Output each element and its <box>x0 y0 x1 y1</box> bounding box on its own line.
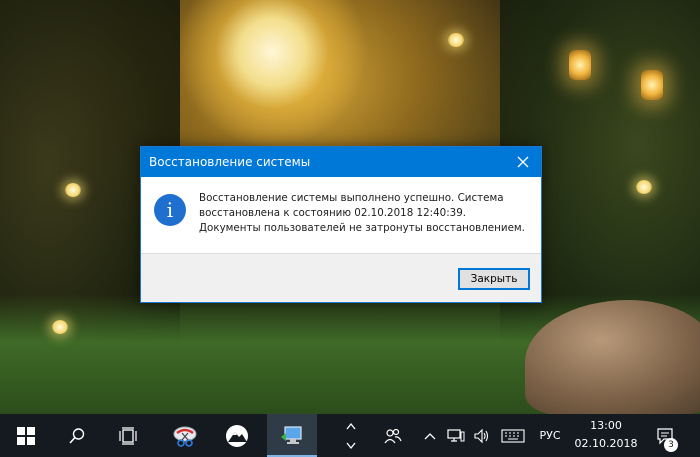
mountain-app-icon <box>226 424 248 447</box>
taskbar-app-system-restore[interactable] <box>267 414 317 457</box>
show-hidden-icons-button[interactable] <box>420 414 440 457</box>
scissors-app-icon <box>173 426 197 447</box>
dialog-message: Восстановление системы выполнено успешно… <box>199 192 525 234</box>
search-icon <box>69 427 85 444</box>
taskbar-app-mountain[interactable] <box>214 414 260 457</box>
system-restore-dialog: Восстановление системы i Восстановление … <box>140 146 542 303</box>
action-center-button[interactable] <box>648 414 682 457</box>
volume-button[interactable] <box>470 414 494 457</box>
input-language-indicator[interactable]: РУС <box>532 414 568 457</box>
notification-count-badge: 3 <box>664 438 678 452</box>
volume-icon <box>474 428 489 443</box>
task-view-icon <box>119 426 137 445</box>
clock-time: 13:00 <box>590 419 622 432</box>
chevron-up-icon <box>424 432 436 439</box>
keyboard-icon <box>501 428 525 443</box>
wallpaper-butterfly <box>52 320 68 334</box>
clock[interactable]: 13:00 02.10.2018 <box>574 417 638 453</box>
touch-keyboard-button[interactable] <box>498 414 528 457</box>
dialog-titlebar[interactable]: Восстановление системы <box>141 147 541 177</box>
network-button[interactable] <box>444 414 468 457</box>
wallpaper-butterfly <box>448 33 464 47</box>
chevron-down-small-icon <box>346 442 356 449</box>
wallpaper-butterfly <box>65 183 81 197</box>
wallpaper-lantern <box>569 50 591 80</box>
dialog-body: i Восстановление системы выполнено успеш… <box>141 177 541 253</box>
people-icon <box>384 428 402 443</box>
taskbar: РУС 13:00 02.10.2018 3 <box>0 414 700 457</box>
dialog-title: Восстановление системы <box>149 155 311 169</box>
wallpaper-butterfly <box>636 180 652 194</box>
start-icon <box>17 426 35 445</box>
network-icon <box>447 428 465 442</box>
close-button[interactable]: Закрыть <box>458 268 530 290</box>
dialog-footer: Закрыть <box>141 253 541 302</box>
info-icon: i <box>154 194 186 226</box>
close-icon <box>517 156 529 168</box>
task-view-button[interactable] <box>107 414 149 457</box>
clock-date: 02.10.2018 <box>574 437 638 450</box>
chevron-up-small-icon <box>346 422 356 429</box>
dialog-close-button[interactable] <box>505 147 541 177</box>
wallpaper-lantern <box>641 70 663 100</box>
people-button[interactable] <box>378 414 408 457</box>
system-restore-app-icon <box>281 425 302 444</box>
taskbar-scroll[interactable] <box>342 414 360 457</box>
start-button[interactable] <box>5 414 47 457</box>
taskbar-app-snipping-tool[interactable] <box>162 414 208 457</box>
search-button[interactable] <box>56 414 98 457</box>
